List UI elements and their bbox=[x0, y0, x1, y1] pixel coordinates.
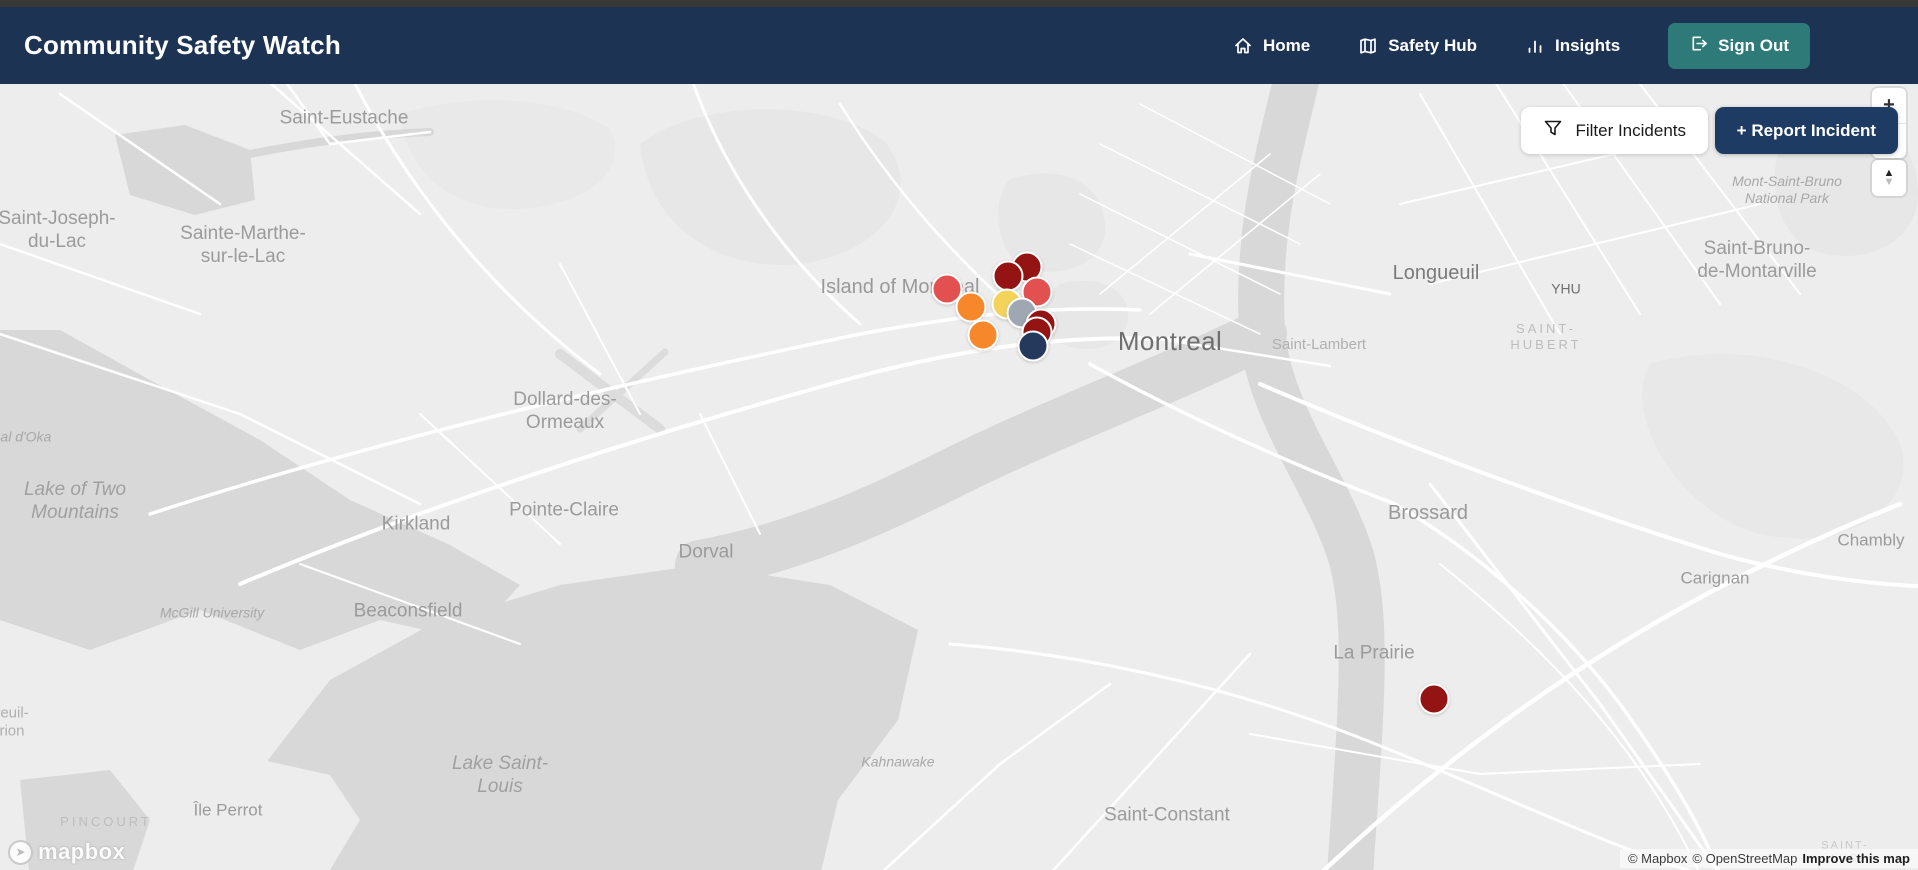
basemap-decor bbox=[0, 84, 1918, 870]
mapbox-logo-icon: ➤ bbox=[8, 839, 33, 865]
filter-incidents-button[interactable]: Filter Incidents bbox=[1521, 107, 1708, 154]
window-chrome-strip bbox=[0, 0, 1918, 7]
nav-item-safety-hub[interactable]: Safety Hub bbox=[1358, 36, 1477, 56]
nav-item-label: Safety Hub bbox=[1388, 35, 1477, 55]
incident-marker-10[interactable] bbox=[967, 319, 999, 351]
app-title: Community Safety Watch bbox=[24, 30, 341, 60]
app-window: Community Safety Watch Home Safety Hub I… bbox=[0, 0, 1918, 870]
navbar: Community Safety Watch Home Safety Hub I… bbox=[0, 7, 1918, 84]
nav-item-insights[interactable]: Insights bbox=[1525, 36, 1620, 56]
filter-icon bbox=[1543, 118, 1563, 143]
mapbox-logo-text: mapbox bbox=[38, 839, 126, 864]
logout-icon bbox=[1689, 34, 1708, 58]
nav-item-home[interactable]: Home bbox=[1233, 36, 1310, 56]
map-attribution: © Mapbox © OpenStreetMap Improve this ma… bbox=[1619, 849, 1918, 868]
nav-item-label: Home bbox=[1262, 35, 1311, 55]
nav-links: Home Safety Hub Insights Sign Out bbox=[1233, 22, 1810, 69]
attribution-improve-link[interactable]: Improve this map bbox=[1802, 851, 1910, 866]
incident-marker-11[interactable] bbox=[1017, 330, 1049, 362]
map-icon bbox=[1358, 36, 1378, 56]
nav-item-label: Insights bbox=[1555, 35, 1621, 55]
mapbox-logo[interactable]: ➤ mapbox bbox=[8, 839, 125, 865]
incident-marker-6[interactable] bbox=[955, 291, 987, 323]
attribution-osm-link[interactable]: © OpenStreetMap bbox=[1692, 851, 1797, 866]
filter-label: Filter Incidents bbox=[1575, 120, 1686, 140]
map-canvas[interactable]: Saint-Eustache Saint-Joseph- du-Lac Sainte… bbox=[0, 84, 1918, 870]
map-compass-control[interactable]: ▲ ▼ bbox=[1872, 160, 1906, 196]
incident-marker-2[interactable] bbox=[992, 260, 1024, 292]
compass-icon: ▲ ▼ bbox=[1883, 167, 1895, 188]
attribution-mapbox-link[interactable]: © Mapbox bbox=[1628, 851, 1687, 866]
report-incident-button[interactable]: + Report Incident bbox=[1714, 107, 1898, 154]
sign-out-label: Sign Out bbox=[1718, 35, 1789, 55]
report-label: + Report Incident bbox=[1736, 120, 1876, 140]
bar-chart-icon bbox=[1525, 36, 1545, 56]
sign-out-button[interactable]: Sign Out bbox=[1668, 22, 1810, 69]
home-icon bbox=[1233, 36, 1253, 56]
incident-marker-12[interactable] bbox=[1418, 683, 1450, 715]
